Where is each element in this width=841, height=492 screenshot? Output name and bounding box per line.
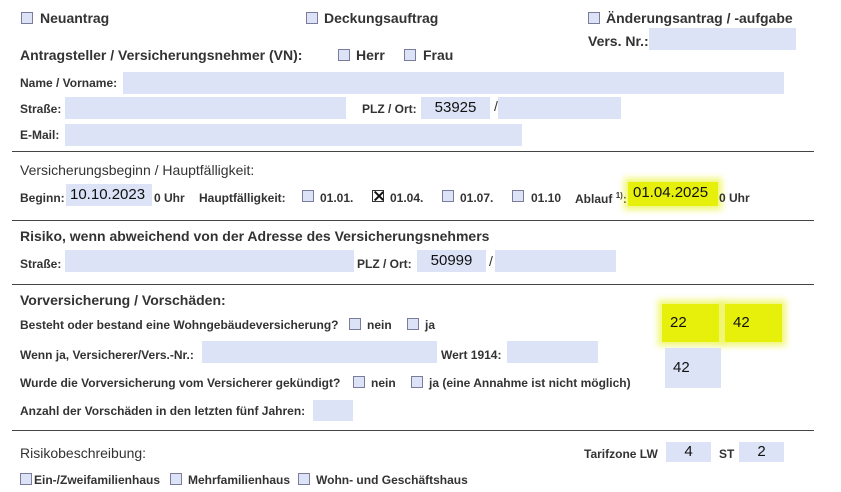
divider <box>12 220 814 221</box>
risk-plz-ort-label: PLZ / Ort: <box>357 257 412 271</box>
email-field[interactable] <box>65 124 522 146</box>
tarifzone-lw-field[interactable]: 4 <box>666 442 711 462</box>
st-field[interactable]: 2 <box>739 442 784 462</box>
risk-strasse-label: Straße: <box>20 257 62 271</box>
hauptfaelligkeit-label: Hauptfälligkeit: <box>199 191 286 205</box>
q4-label: Anzahl der Vorschäden in den letzten fün… <box>20 404 306 418</box>
q1-ja-checkbox[interactable] <box>407 318 419 330</box>
type-wohn-geschaeftshaus-checkbox[interactable] <box>298 473 310 485</box>
ablauf-uhr-label: 0 Uhr <box>719 191 750 205</box>
prior-heading: Vorversicherung / Vorschäden: <box>20 292 226 308</box>
type-mehrfamilienhaus-checkbox[interactable] <box>170 473 182 485</box>
type-mehrfamilienhaus-label: Mehrfamilienhaus <box>188 473 291 487</box>
risk-ort-field[interactable] <box>495 250 616 272</box>
option-0104-label: 01.04. <box>390 191 424 205</box>
q1-label: Besteht oder bestand eine Wohngebäudever… <box>20 318 339 332</box>
q2-field[interactable] <box>202 341 437 363</box>
beginn-uhr-label: 0 Uhr <box>154 191 185 205</box>
option-0107-checkbox[interactable] <box>442 190 454 202</box>
aenderungsantrag-checkbox[interactable] <box>588 12 600 24</box>
divider <box>12 430 814 431</box>
q3-ja-label: ja (eine Annahme ist nicht möglich) <box>429 376 631 390</box>
option-0101-label: 01.01. <box>320 191 354 205</box>
applicant-heading: Antragsteller / Versicherungsnehmer (VN)… <box>20 47 303 63</box>
q3-nein-label: nein <box>371 376 396 390</box>
q4-field[interactable] <box>313 400 353 421</box>
type-wohn-geschaeftshaus-label: Wohn- und Geschäftshaus <box>316 473 468 487</box>
vers-nr-label: Vers. Nr.: <box>588 33 649 49</box>
ablauf-field[interactable]: 01.04.2025 <box>628 182 718 206</box>
q2-label: Wenn ja, Versicherer/Vers.-Nr.: <box>20 348 194 362</box>
option-0101-checkbox[interactable] <box>302 190 314 202</box>
ablauf-footnote-marker: 1) <box>615 191 623 200</box>
option-0107-label: 01.07. <box>460 191 494 205</box>
wert-field[interactable] <box>507 341 598 363</box>
st-label: ST <box>719 447 735 461</box>
q1-nein-label: nein <box>367 318 392 332</box>
side-field-2[interactable]: 42 <box>725 304 782 342</box>
q1-nein-checkbox[interactable] <box>349 318 361 330</box>
email-label: E-Mail: <box>20 128 60 142</box>
option-0110-checkbox[interactable] <box>512 190 524 202</box>
plz-field[interactable]: 53925 <box>421 97 490 119</box>
neuantrag-label: Neuantrag <box>40 10 110 26</box>
herr-label: Herr <box>356 47 385 63</box>
side-field-3[interactable]: 42 <box>665 348 721 388</box>
deckungsauftrag-checkbox[interactable] <box>306 12 318 24</box>
q3-nein-checkbox[interactable] <box>353 376 365 388</box>
q3-ja-checkbox[interactable] <box>411 376 423 388</box>
strasse-field[interactable] <box>65 97 346 119</box>
frau-checkbox[interactable] <box>404 49 416 61</box>
deckungsauftrag-label: Deckungsauftrag <box>324 10 439 26</box>
tarifzone-label: Tarifzone LW <box>584 447 658 461</box>
name-label: Name / Vorname: <box>20 76 118 90</box>
risk-heading: Risiko, wenn abweichend von der Adresse … <box>20 228 490 244</box>
q3-label: Wurde die Vorversicherung vom Versichere… <box>20 376 341 390</box>
wert-label: Wert 1914: <box>441 348 502 362</box>
name-field[interactable] <box>123 72 784 94</box>
q1-ja-label: ja <box>425 318 436 332</box>
option-0104-checkbox[interactable] <box>372 190 384 202</box>
aenderungsantrag-label: Änderungsantrag / -aufgabe <box>606 10 793 26</box>
strasse-label: Straße: <box>20 102 62 116</box>
herr-checkbox[interactable] <box>338 49 350 61</box>
divider <box>12 284 814 285</box>
divider <box>12 151 814 152</box>
frau-label: Frau <box>423 47 454 63</box>
ort-field[interactable] <box>498 97 621 119</box>
risk-plz-ort-separator: / <box>489 253 493 269</box>
type-ein-zweifamilienhaus-label: Ein-/Zweifamilienhaus <box>34 473 161 487</box>
plz-ort-label: PLZ / Ort: <box>362 102 417 116</box>
start-heading: Versicherungsbeginn / Hauptfälligkeit: <box>20 162 255 178</box>
ablauf-label: Ablauf 1): <box>575 191 627 206</box>
description-heading: Risikobeschreibung: <box>20 445 147 461</box>
vers-nr-field[interactable] <box>649 28 796 50</box>
beginn-field[interactable]: 10.10.2023 <box>66 184 152 206</box>
side-field-1[interactable]: 22 <box>662 304 719 342</box>
beginn-label: Beginn: <box>20 191 65 205</box>
neuantrag-checkbox[interactable] <box>21 12 33 24</box>
option-0110-label: 01.10 <box>531 191 562 205</box>
risk-plz-field[interactable]: 50999 <box>417 250 486 272</box>
type-ein-zweifamilienhaus-checkbox[interactable] <box>20 473 32 485</box>
risk-strasse-field[interactable] <box>65 250 354 272</box>
